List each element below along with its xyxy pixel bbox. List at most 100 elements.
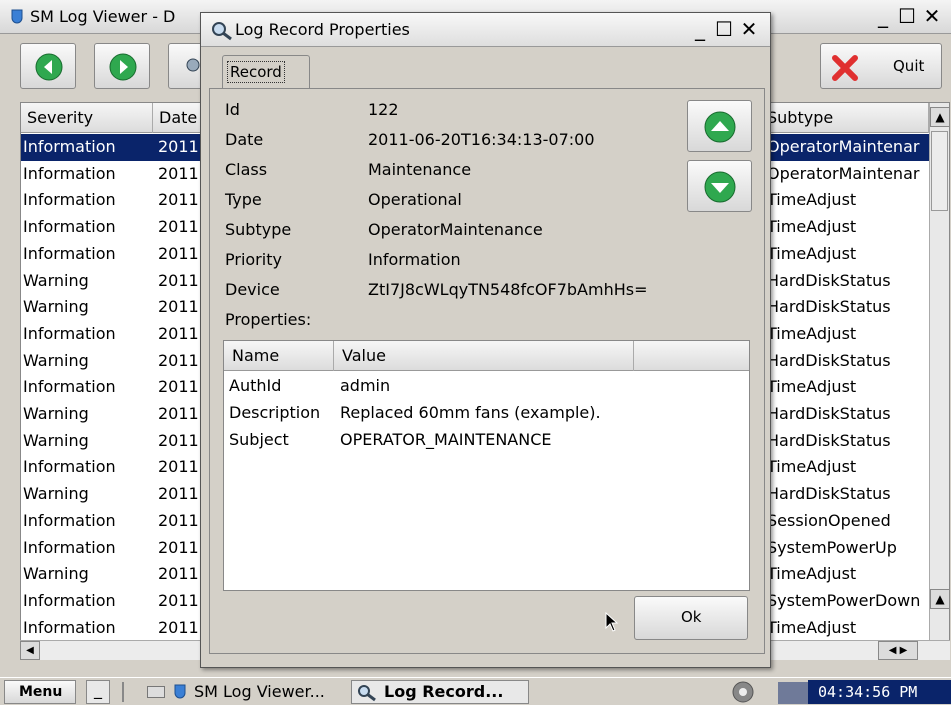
severity-cell: Warning [23, 484, 89, 504]
field-value: 122 [368, 100, 399, 119]
property-row[interactable]: Description Replaced 60mm fans (example). [224, 401, 749, 428]
date-cell: 2011 [158, 163, 199, 183]
record-up-button[interactable] [687, 100, 752, 152]
field-value: Information [368, 250, 461, 269]
field-value: Maintenance [368, 160, 472, 179]
quit-label: Quit [893, 57, 925, 75]
record-down-button[interactable] [687, 160, 752, 212]
scroll-left-icon[interactable]: ◀ [20, 641, 40, 660]
date-cell: 2011 [158, 404, 199, 423]
column-subtype[interactable]: Subtype [761, 103, 929, 133]
menu-button[interactable]: Menu [4, 680, 76, 704]
dialog-titlebar[interactable]: Log Record Properties _ ☐ ✕ [201, 13, 770, 47]
dialog-minimize-icon[interactable]: _ [689, 19, 711, 41]
date-cell: 2011 [158, 270, 199, 290]
quit-icon [832, 55, 858, 81]
next-record-button[interactable] [94, 43, 150, 89]
date-cell: 2011 [158, 430, 199, 450]
magnifier-icon [358, 685, 376, 702]
scroll-thumb[interactable] [931, 131, 948, 211]
field-value: Operational [368, 190, 462, 209]
date-cell: 2011 [158, 190, 199, 210]
mouse-cursor-icon [605, 612, 619, 632]
task-log-record-label: Log Record... [384, 682, 504, 701]
subtype-cell: TimeAdjust [767, 377, 857, 397]
date-cell: 2011 [158, 137, 199, 156]
log-record-properties-dialog: Log Record Properties _ ☐ ✕ Record Id 122… [200, 12, 771, 668]
dialog-title: Log Record Properties [235, 20, 410, 39]
severity-cell: Information [23, 190, 116, 210]
quit-button[interactable]: Quit [820, 43, 942, 89]
severity-cell: Information [23, 510, 116, 530]
subtype-cell: OperatorMaintenar [767, 137, 920, 156]
task-log-record[interactable]: Log Record... [351, 680, 529, 704]
ok-button[interactable]: Ok [634, 596, 748, 640]
tray-status-icon[interactable] [732, 681, 754, 703]
task-sm-log-viewer[interactable]: SM Log Viewer... [170, 680, 348, 704]
magnifier-icon [212, 22, 232, 41]
severity-cell: Information [23, 457, 116, 477]
subtype-cell: SystemPowerDown [767, 590, 921, 610]
minimize-icon[interactable]: _ [872, 6, 894, 28]
subtype-cell: SystemPowerUp [767, 537, 897, 557]
properties-table[interactable]: Name Value AuthId admin Description Replace… [223, 340, 750, 591]
close-icon[interactable]: ✕ [921, 6, 943, 28]
scroll-right-icon[interactable]: ◀ ▶ [878, 641, 918, 660]
subtype-cell: TimeAdjust [767, 564, 857, 584]
arrow-up-icon [704, 111, 736, 143]
dialog-maximize-icon[interactable]: ☐ [713, 19, 735, 41]
dialog-close-icon[interactable]: ✕ [738, 19, 760, 41]
severity-cell: Information [23, 537, 116, 557]
field-label: Subtype [225, 220, 292, 239]
tray-spacer [778, 682, 808, 704]
taskbar: Menu _ SM Log Viewer... Log Record... 04… [0, 677, 951, 705]
severity-cell: Warning [23, 297, 89, 317]
tab-record[interactable]: Record [222, 55, 310, 89]
maximize-icon[interactable]: ☐ [896, 6, 918, 28]
date-cell: 2011 [158, 484, 199, 504]
app-icon [174, 684, 186, 699]
severity-cell: Warning [23, 350, 89, 370]
severity-cell: Information [23, 137, 116, 156]
vertical-scrollbar[interactable]: ▲ ▲ [929, 103, 949, 657]
scroll-up-icon[interactable]: ▲ [930, 107, 949, 127]
date-cell: 2011 [158, 217, 199, 237]
arrow-left-icon [35, 53, 63, 81]
date-cell: 2011 [158, 297, 199, 317]
arrow-right-icon [109, 53, 137, 81]
property-row[interactable]: AuthId admin [224, 374, 749, 401]
subtype-cell: TimeAdjust [767, 217, 857, 237]
column-severity[interactable]: Severity [21, 103, 153, 133]
severity-cell: Information [23, 377, 116, 397]
subtype-cell: HardDiskStatus [767, 270, 891, 290]
scroll-down-icon[interactable]: ▲ [930, 589, 949, 609]
keyboard-icon[interactable] [147, 686, 165, 698]
date-cell: 2011 [158, 323, 199, 343]
subtype-cell: HardDiskStatus [767, 484, 891, 504]
severity-cell: Information [23, 163, 116, 183]
field-label: Type [225, 190, 262, 209]
subtype-cell: HardDiskStatus [767, 350, 891, 370]
subtype-cell: HardDiskStatus [767, 404, 891, 423]
subtype-cell: TimeAdjust [767, 190, 857, 210]
main-window-title: SM Log Viewer - D [30, 7, 176, 26]
prev-record-button[interactable] [20, 43, 76, 89]
show-desktop-button[interactable]: _ [86, 680, 110, 704]
date-cell: 2011 [158, 617, 199, 637]
column-name[interactable]: Name [224, 341, 334, 371]
severity-cell: Information [23, 243, 116, 263]
severity-cell: Information [23, 617, 116, 637]
property-name: AuthId [229, 376, 282, 395]
taskbar-separator [122, 682, 124, 702]
field-label: Device [225, 280, 280, 299]
field-label: Class [225, 160, 268, 179]
property-row[interactable]: Subject OPERATOR_MAINTENANCE [224, 428, 749, 455]
field-label: Priority [225, 250, 282, 269]
clock[interactable]: 04:34:56 PM [808, 680, 951, 704]
subtype-cell: HardDiskStatus [767, 297, 891, 317]
severity-cell: Information [23, 590, 116, 610]
column-value[interactable]: Value [334, 341, 634, 371]
property-name: Subject [229, 430, 289, 449]
tab-record-label: Record [227, 61, 285, 83]
date-cell: 2011 [158, 457, 199, 477]
